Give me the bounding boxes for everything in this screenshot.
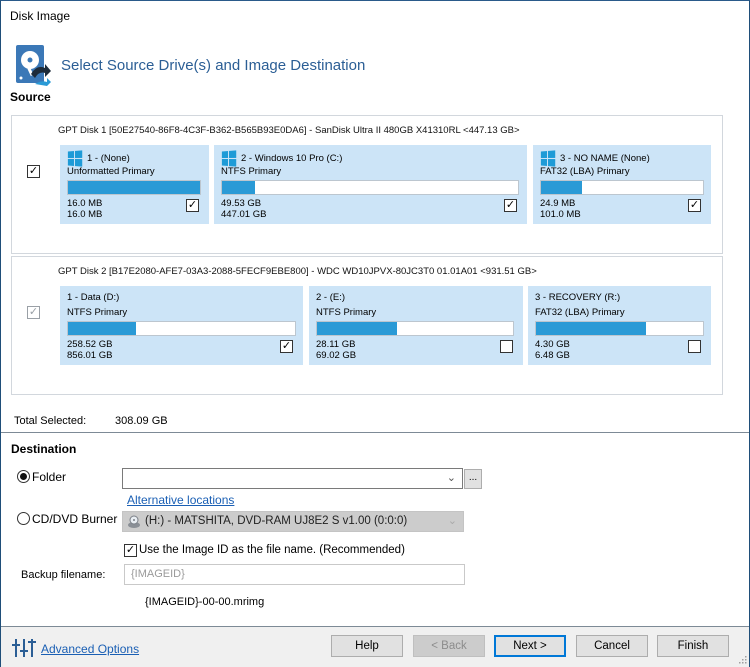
alternative-locations-link[interactable]: Alternative locations	[127, 493, 234, 507]
resize-grip-icon[interactable]	[739, 656, 747, 664]
partition-total: 16.0 MB	[67, 209, 103, 220]
disk-header: GPT Disk 1 [50E27540-86F8-4C3F-B362-B565…	[58, 125, 520, 136]
usage-bar	[540, 180, 704, 195]
disk-checkbox[interactable]: ✓	[27, 306, 40, 319]
partition-used: 16.0 MB	[67, 198, 103, 209]
section-divider	[1, 432, 749, 433]
partition-filesystem: NTFS Primary	[316, 307, 377, 318]
destination-section-label: Destination	[11, 442, 77, 456]
partition-card[interactable]: 1 - (None) Unformatted Primary 16.0 MB 1…	[60, 145, 209, 224]
partition-used: 4.30 GB	[535, 339, 570, 350]
total-selected-value: 308.09 GB	[115, 415, 168, 427]
disk-image-dialog: Disk Image Select Source Drive(s) and Im…	[0, 0, 750, 667]
partition-checkbox[interactable]	[688, 340, 701, 353]
burner-value: (H:) - MATSHITA, DVD-RAM UJ8E2 S v1.00 (…	[145, 515, 408, 527]
partition-card[interactable]: 2 - (E:) NTFS Primary 28.11 GB 69.02 GB	[309, 286, 523, 365]
partition-name: 3 - NO NAME (None)	[560, 153, 650, 164]
partition-name: 2 - Windows 10 Pro (C:)	[241, 153, 343, 164]
partition-checkbox[interactable]	[500, 340, 513, 353]
usage-bar-fill	[68, 322, 137, 335]
burner-combobox[interactable]: (H:) - MATSHITA, DVD-RAM UJ8E2 S v1.00 (…	[122, 511, 464, 532]
partition-total: 101.0 MB	[540, 209, 581, 220]
disk-header: GPT Disk 2 [B17E2080-AFE7-03A3-2088-5FEC…	[58, 266, 537, 277]
total-selected-label: Total Selected:	[14, 415, 87, 427]
partition-used: 28.11 GB	[316, 339, 356, 350]
disk-panel: ✓ GPT Disk 2 [B17E2080-AFE7-03A3-2088-5F…	[11, 256, 723, 395]
usage-bar	[221, 180, 519, 195]
usage-bar-fill	[536, 322, 647, 335]
usage-bar-fill	[222, 181, 255, 194]
partition-card[interactable]: 1 - Data (D:) NTFS Primary 258.52 GB 856…	[60, 286, 303, 365]
finish-button[interactable]: Finish	[657, 635, 729, 657]
partition-card[interactable]: 3 - RECOVERY (R:) FAT32 (LBA) Primary 4.…	[528, 286, 711, 365]
usage-bar	[67, 180, 201, 195]
usage-bar	[67, 321, 296, 336]
partition-total: 6.48 GB	[535, 350, 570, 361]
windows-icon	[540, 150, 556, 167]
use-image-id-label[interactable]: Use the Image ID as the file name. (Reco…	[139, 544, 405, 556]
sliders-icon[interactable]	[12, 637, 36, 659]
partition-name: 1 - (None)	[87, 153, 130, 164]
usage-bar	[316, 321, 514, 336]
browse-button[interactable]: ...	[464, 469, 482, 489]
cd-dvd-burner-radio[interactable]	[17, 512, 30, 525]
backup-filename-label: Backup filename:	[21, 569, 106, 581]
dvd-drive-icon	[128, 515, 140, 528]
partition-checkbox[interactable]: ✓	[280, 340, 293, 353]
usage-bar-fill	[317, 322, 398, 335]
folder-radio-label[interactable]: Folder	[32, 470, 66, 484]
partition-used: 49.53 GB	[221, 198, 262, 209]
disk-checkbox[interactable]: ✓	[27, 165, 40, 178]
partition-total: 69.02 GB	[316, 350, 357, 361]
partition-filesystem: Unformatted Primary	[67, 166, 155, 177]
usage-bar-fill	[68, 181, 200, 194]
disk-image-icon	[16, 45, 51, 86]
partition-card[interactable]: 2 - Windows 10 Pro (C:) NTFS Primary 49.…	[214, 145, 527, 224]
chevron-down-icon[interactable]: ⌄	[447, 471, 456, 484]
advanced-options-link[interactable]: Advanced Options	[41, 642, 139, 656]
partition-used: 258.52 GB	[67, 339, 113, 350]
resulting-filename: {IMAGEID}-00-00.mrimg	[145, 596, 265, 608]
cancel-button[interactable]: Cancel	[576, 635, 648, 657]
partition-checkbox[interactable]: ✓	[504, 199, 517, 212]
partition-name: 2 - (E:)	[316, 292, 346, 303]
folder-radio[interactable]	[17, 470, 30, 483]
cd-dvd-burner-label[interactable]: CD/DVD Burner	[32, 512, 117, 526]
partition-name: 1 - Data (D:)	[67, 292, 120, 303]
partition-filesystem: NTFS Primary	[221, 166, 282, 177]
windows-icon	[67, 150, 83, 167]
partition-filesystem: FAT32 (LBA) Primary	[540, 166, 630, 177]
partition-name: 3 - RECOVERY (R:)	[535, 292, 621, 303]
usage-bar	[535, 321, 704, 336]
partition-total: 447.01 GB	[221, 209, 267, 220]
chevron-down-icon: ⌄	[447, 515, 457, 527]
partition-card[interactable]: 3 - NO NAME (None) FAT32 (LBA) Primary 2…	[533, 145, 711, 224]
partition-filesystem: NTFS Primary	[67, 307, 128, 318]
help-button[interactable]: Help	[331, 635, 403, 657]
partition-total: 856.01 GB	[67, 350, 113, 361]
window-title: Disk Image	[10, 9, 71, 23]
partition-checkbox[interactable]: ✓	[688, 199, 701, 212]
partition-checkbox[interactable]: ✓	[186, 199, 199, 212]
usage-bar-fill	[541, 181, 582, 194]
windows-icon	[221, 150, 237, 167]
use-image-id-checkbox[interactable]: ✓	[124, 544, 137, 557]
next-button[interactable]: Next >	[494, 635, 566, 657]
source-section-label: Source	[10, 90, 51, 104]
back-button[interactable]: < Back	[413, 635, 485, 657]
disk-panel: ✓ GPT Disk 1 [50E27540-86F8-4C3F-B362-B5…	[11, 115, 723, 254]
backup-filename-input[interactable]: {IMAGEID}	[124, 564, 465, 585]
partition-used: 24.9 MB	[540, 198, 576, 209]
folder-combobox[interactable]: ⌄	[122, 468, 463, 489]
partition-filesystem: FAT32 (LBA) Primary	[535, 307, 625, 318]
page-title: Select Source Drive(s) and Image Destina…	[61, 57, 366, 74]
